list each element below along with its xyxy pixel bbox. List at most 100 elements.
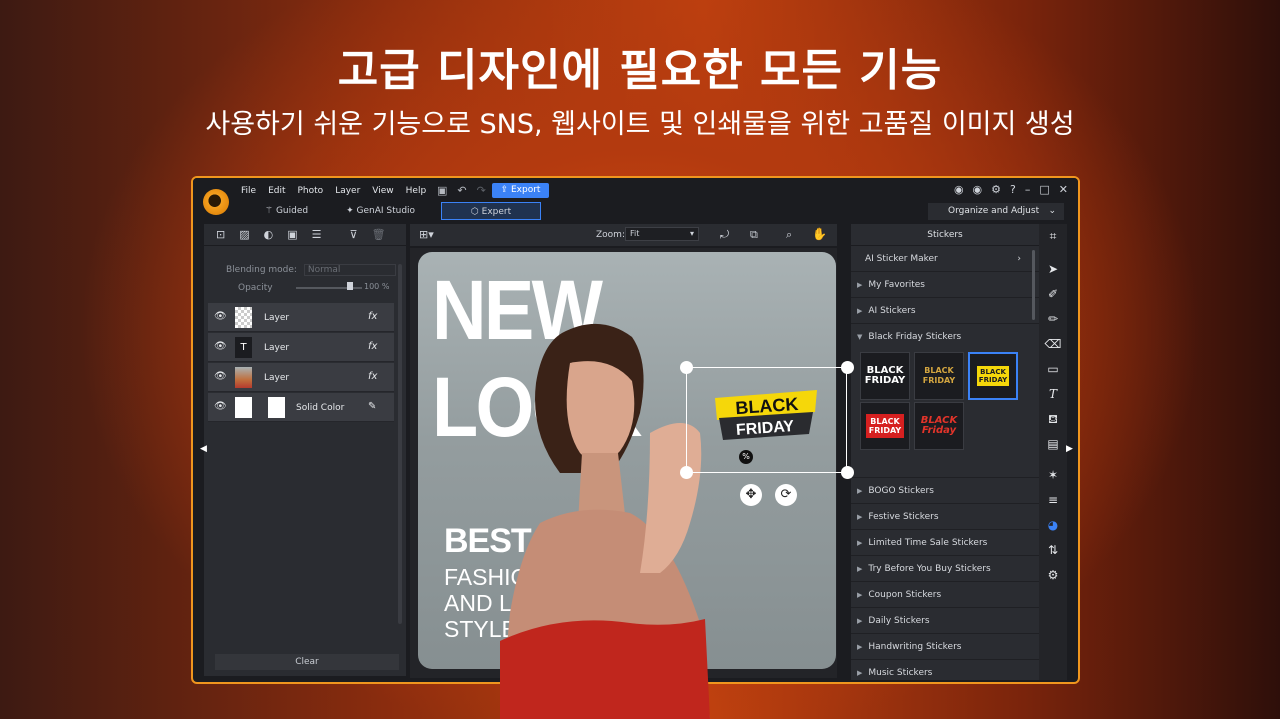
category-item[interactable]: ▶ Handwriting Stickers — [851, 634, 1039, 660]
move-handle-icon[interactable]: ✥ — [740, 484, 762, 506]
sticker-thumb[interactable]: BLACK FRIDAY — [914, 352, 964, 400]
menu-photo[interactable]: Photo — [298, 186, 324, 196]
brush-select-icon[interactable]: ✐ — [1039, 282, 1067, 307]
rectangle-icon[interactable]: ▭ — [1039, 357, 1067, 382]
visibility-eye-icon[interactable]: 👁 — [214, 341, 227, 352]
settings-icon[interactable]: ⚙ — [1039, 563, 1067, 588]
clear-button[interactable]: Clear — [215, 654, 399, 670]
sticker-thumb[interactable]: BLACK FRIDAY — [860, 352, 910, 400]
visibility-eye-icon[interactable]: 👁 — [214, 371, 227, 382]
hand-tool-icon[interactable]: ✋ — [812, 227, 827, 241]
ai-sticker-maker-item[interactable]: AI Sticker Maker › — [851, 246, 1039, 272]
close-icon[interactable]: ✕ — [1059, 183, 1068, 196]
resize-handle[interactable] — [680, 361, 693, 374]
category-item[interactable]: ▶ Try Before You Buy Stickers — [851, 556, 1039, 582]
title-bar: File Edit Photo Layer View Help ▣ ↶ ↷ ⇪ … — [193, 178, 1078, 222]
replace-icon[interactable]: ⇅ — [1039, 538, 1067, 563]
layer-row[interactable]: 👁 Layer fx — [208, 303, 394, 332]
category-item[interactable]: ▶ Daily Stickers — [851, 608, 1039, 634]
category-item[interactable]: ▶ Music Stickers — [851, 660, 1039, 680]
opacity-value: 100 % — [364, 282, 390, 291]
visibility-eye-icon[interactable]: 👁 — [214, 311, 227, 322]
menu-layer[interactable]: Layer — [335, 186, 360, 196]
category-item[interactable]: ▶ Limited Time Sale Stickers — [851, 530, 1039, 556]
resize-handle[interactable] — [841, 361, 854, 374]
fx-icon[interactable]: fx — [368, 311, 377, 322]
export-label: Export — [510, 185, 541, 195]
category-item[interactable]: ▶ Coupon Stickers — [851, 582, 1039, 608]
menu-help[interactable]: Help — [406, 186, 427, 196]
delete-icon[interactable]: 🗑 — [372, 228, 386, 241]
minimize-icon[interactable]: – — [1025, 183, 1031, 196]
crop-view-icon[interactable]: ⧉ — [750, 228, 758, 242]
undo-icon[interactable]: ↶ — [457, 184, 466, 197]
chevron-down-icon: ⌄ — [1048, 206, 1056, 216]
opacity-slider-thumb[interactable] — [347, 282, 353, 290]
category-my-favorites[interactable]: ▶ My Favorites — [851, 272, 1039, 298]
gradient-icon[interactable]: ▤ — [1039, 432, 1067, 457]
collapse-right-icon[interactable]: ▶ — [1066, 444, 1073, 454]
help-icon[interactable]: ? — [1010, 183, 1016, 196]
mask-icon[interactable]: ▣ — [287, 228, 297, 241]
add-image-icon[interactable]: ▨ — [239, 228, 249, 241]
zoom-tool-icon[interactable]: ⌕ — [786, 228, 792, 242]
rotate-icon[interactable]: ⤾ — [720, 228, 729, 242]
menu-file[interactable]: File — [241, 186, 256, 196]
filter-icon[interactable]: ⊽ — [350, 228, 358, 241]
rotate-handle-icon[interactable]: ⟳ — [775, 484, 797, 506]
tab-expert[interactable]: ⬡ Expert — [441, 202, 542, 220]
maximize-icon[interactable]: □ — [1039, 183, 1049, 196]
layer-row[interactable]: 👁 Layer fx — [208, 363, 394, 392]
photo-layer-thumbnail — [235, 367, 252, 388]
adjust-sliders-icon[interactable]: ≡ — [1039, 488, 1067, 513]
fill-bucket-icon[interactable]: ⛾ — [1039, 407, 1067, 432]
collapse-left-icon[interactable]: ◀ — [200, 444, 207, 454]
grid-icon[interactable]: ⊞▾ — [419, 228, 434, 241]
text-tool-icon[interactable]: T — [1039, 382, 1067, 407]
visibility-eye-icon[interactable]: 👁 — [214, 401, 227, 412]
move-select-icon[interactable]: ➤ — [1039, 257, 1067, 282]
tab-guided[interactable]: ⚚ Guided — [253, 202, 320, 220]
tab-genai-studio[interactable]: ✦ GenAI Studio — [334, 202, 427, 220]
category-ai-stickers[interactable]: ▶ AI Stickers — [851, 298, 1039, 324]
category-item[interactable]: ▶ BOGO Stickers — [851, 478, 1039, 504]
black-friday-sticker[interactable]: BLACK FRIDAY — [713, 388, 821, 442]
crop-icon[interactable]: ⌗ — [1039, 224, 1067, 249]
notification-icon[interactable]: ◉ — [973, 183, 983, 196]
hero-title: 고급 디자인에 필요한 모든 기능 — [337, 45, 943, 96]
blending-select[interactable]: Normal — [303, 264, 396, 276]
resize-handle[interactable] — [680, 466, 693, 479]
sticker-thumb-line2: FRIDAY — [922, 376, 956, 385]
settings-gear-icon[interactable]: ⚙ — [991, 183, 1001, 196]
layers-scrollbar[interactable] — [398, 264, 402, 624]
layer-row[interactable]: 👁 T Layer fx — [208, 333, 394, 362]
account-icon[interactable]: ◉ — [954, 183, 964, 196]
category-item[interactable]: ▶ Festive Stickers — [851, 504, 1039, 530]
organize-adjust-dropdown[interactable]: Organize and Adjust ⌄ — [928, 203, 1064, 220]
eraser-icon[interactable]: ⌫ — [1039, 332, 1067, 357]
adjustment-icon[interactable]: ◐ — [264, 228, 274, 241]
resize-handle[interactable] — [841, 466, 854, 479]
add-layer-icon[interactable]: ⊡ — [216, 228, 225, 241]
layer-row[interactable]: 👁 Solid Color ✎ — [208, 393, 394, 422]
color-icon[interactable]: ◕ — [1039, 513, 1067, 538]
fx-icon[interactable]: fx — [368, 341, 377, 352]
edit-pen-icon[interactable]: ✎ — [368, 401, 376, 412]
magic-wand-icon[interactable]: ✶ — [1039, 463, 1067, 488]
sticker-thumb[interactable]: BLACK Friday — [914, 402, 964, 450]
category-label: Try Before You Buy Stickers — [868, 564, 991, 574]
export-button[interactable]: ⇪ Export — [492, 183, 549, 198]
stickers-scrollbar[interactable] — [1032, 250, 1035, 320]
redo-icon[interactable]: ↷ — [477, 184, 486, 197]
pen-icon[interactable]: ✏ — [1039, 307, 1067, 332]
menu-edit[interactable]: Edit — [268, 186, 285, 196]
save-icon[interactable]: ▣ — [437, 184, 447, 197]
sticker-thumb-selected[interactable]: BLACK FRIDAY — [968, 352, 1018, 400]
fx-icon[interactable]: fx — [368, 371, 377, 382]
category-black-friday[interactable]: ▼ Black Friday Stickers — [851, 324, 1039, 350]
menu-view[interactable]: View — [372, 186, 393, 196]
black-friday-sticker-grid: BLACK FRIDAY BLACK FRIDAY BLACK FRIDAY BLAC… — [851, 350, 1039, 478]
zoom-select[interactable]: Fit ▾ — [625, 227, 699, 241]
layer-menu-icon[interactable]: ☰ — [312, 228, 322, 241]
sticker-thumb[interactable]: BLACK FRIDAY — [860, 402, 910, 450]
